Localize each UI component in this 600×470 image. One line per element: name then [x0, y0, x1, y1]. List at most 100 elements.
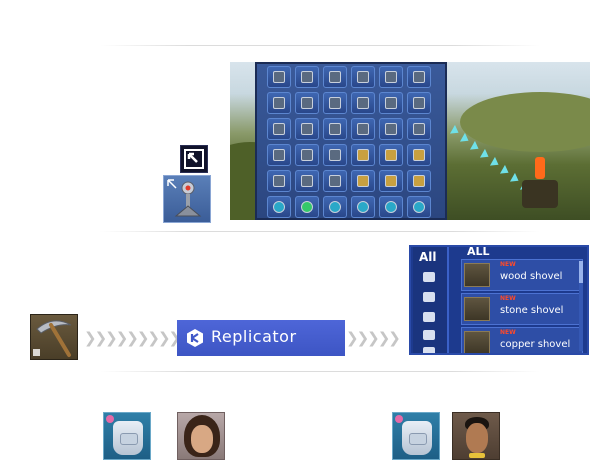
inventory-slot[interactable] [295, 144, 319, 166]
inventory-slot[interactable] [323, 118, 347, 140]
character-portrait-male[interactable] [452, 412, 500, 460]
badge-icon [395, 415, 403, 423]
new-badge: NEW [500, 261, 516, 268]
chevron-right-icon [469, 140, 482, 154]
divider-bottom [100, 371, 540, 372]
inventory-slot[interactable] [407, 196, 431, 218]
inventory-slot[interactable] [295, 196, 319, 218]
chest-plate-icon [409, 433, 427, 445]
item-icon [413, 71, 425, 83]
inventory-slot[interactable] [295, 170, 319, 192]
turret-item-icon[interactable] [163, 175, 211, 223]
scrollbar-thumb[interactable] [579, 261, 583, 283]
item-icon [385, 97, 397, 109]
item-icon [329, 97, 341, 109]
inventory-slot[interactable] [379, 196, 403, 218]
item-icon [301, 201, 313, 213]
inventory-slot[interactable] [323, 196, 347, 218]
inventory-slot[interactable] [323, 66, 347, 88]
item-icon [413, 149, 425, 161]
inventory-slot[interactable] [407, 92, 431, 114]
inventory-slot[interactable] [351, 170, 375, 192]
hammer-category-icon[interactable] [423, 312, 435, 322]
item-icon [273, 175, 285, 187]
item-icon [385, 71, 397, 83]
item-icon [329, 123, 341, 135]
inventory-slot[interactable] [407, 144, 431, 166]
item-icon [329, 201, 341, 213]
chevron-right-icon [459, 132, 472, 146]
recipe-list-panel: All ALL NEW wood shovel NEW stone shovel… [409, 245, 589, 355]
replicator-button[interactable]: Replicator [177, 320, 345, 356]
item-icon [385, 201, 397, 213]
armor-item-icon-left[interactable] [103, 412, 151, 460]
pickaxe-icon [33, 320, 72, 357]
new-badge: NEW [500, 329, 516, 336]
inventory-slot[interactable] [267, 196, 291, 218]
inventory-slot[interactable] [379, 118, 403, 140]
list-scrollbar[interactable] [579, 261, 583, 351]
inventory-slot[interactable] [267, 170, 291, 192]
inventory-slot[interactable] [351, 66, 375, 88]
replicator-label: Replicator [211, 327, 297, 346]
category-sidebar: All [413, 247, 449, 353]
item-icon [385, 175, 397, 187]
inventory-slot[interactable] [379, 92, 403, 114]
inventory-slot[interactable] [379, 170, 403, 192]
item-name: stone shovel [500, 305, 564, 316]
inventory-slot[interactable] [267, 144, 291, 166]
inventory-slot[interactable] [295, 92, 319, 114]
misc-category-icon[interactable] [423, 347, 435, 353]
boot-category-icon[interactable] [423, 330, 435, 340]
inventory-slot[interactable] [407, 118, 431, 140]
expand-icon[interactable] [180, 145, 208, 173]
list-header: ALL [467, 245, 490, 258]
item-icon [413, 175, 425, 187]
inventory-slot[interactable] [351, 144, 375, 166]
chevron-right-icon [499, 164, 512, 178]
beacon-base [522, 180, 558, 208]
inventory-slot[interactable] [407, 170, 431, 192]
beacon-object [535, 157, 545, 179]
item-icon [413, 123, 425, 135]
expand-arrow-icon [184, 149, 204, 169]
inventory-slot[interactable] [379, 144, 403, 166]
inventory-slot[interactable] [267, 118, 291, 140]
inventory-slot[interactable] [351, 118, 375, 140]
category-all-tab[interactable]: All [419, 250, 437, 264]
inventory-slot[interactable] [407, 66, 431, 88]
item-icon [413, 201, 425, 213]
list-item[interactable]: NEW copper shovel [461, 327, 583, 353]
item-icon [357, 71, 369, 83]
item-icon [301, 175, 313, 187]
chevron-right-icon [479, 148, 492, 162]
turret-icon [167, 179, 202, 217]
item-icon [301, 123, 313, 135]
inventory-slot[interactable] [267, 66, 291, 88]
face-shape [191, 425, 213, 453]
copper-shovel-icon [464, 331, 490, 353]
chevron-right-icon [449, 124, 462, 138]
inventory-slot[interactable] [351, 92, 375, 114]
pickaxe-item-icon[interactable] [30, 314, 78, 360]
item-icon [329, 71, 341, 83]
list-item[interactable]: NEW wood shovel [461, 259, 583, 291]
armor-category-icon[interactable] [423, 292, 435, 302]
armor-item-icon-right[interactable] [392, 412, 440, 460]
badge-icon [106, 415, 114, 423]
inventory-slot[interactable] [295, 118, 319, 140]
character-portrait-female[interactable] [177, 412, 225, 460]
divider-top [100, 45, 540, 46]
tool-category-icon[interactable] [423, 272, 435, 282]
replicator-logo-icon [187, 329, 203, 347]
inventory-slot[interactable] [323, 144, 347, 166]
wood-shovel-icon [464, 263, 490, 287]
inventory-slot[interactable] [323, 92, 347, 114]
item-icon [273, 97, 285, 109]
inventory-slot[interactable] [351, 196, 375, 218]
inventory-slot[interactable] [323, 170, 347, 192]
inventory-slot[interactable] [295, 66, 319, 88]
inventory-slot[interactable] [267, 92, 291, 114]
list-item[interactable]: NEW stone shovel [461, 293, 583, 325]
inventory-slot[interactable] [379, 66, 403, 88]
